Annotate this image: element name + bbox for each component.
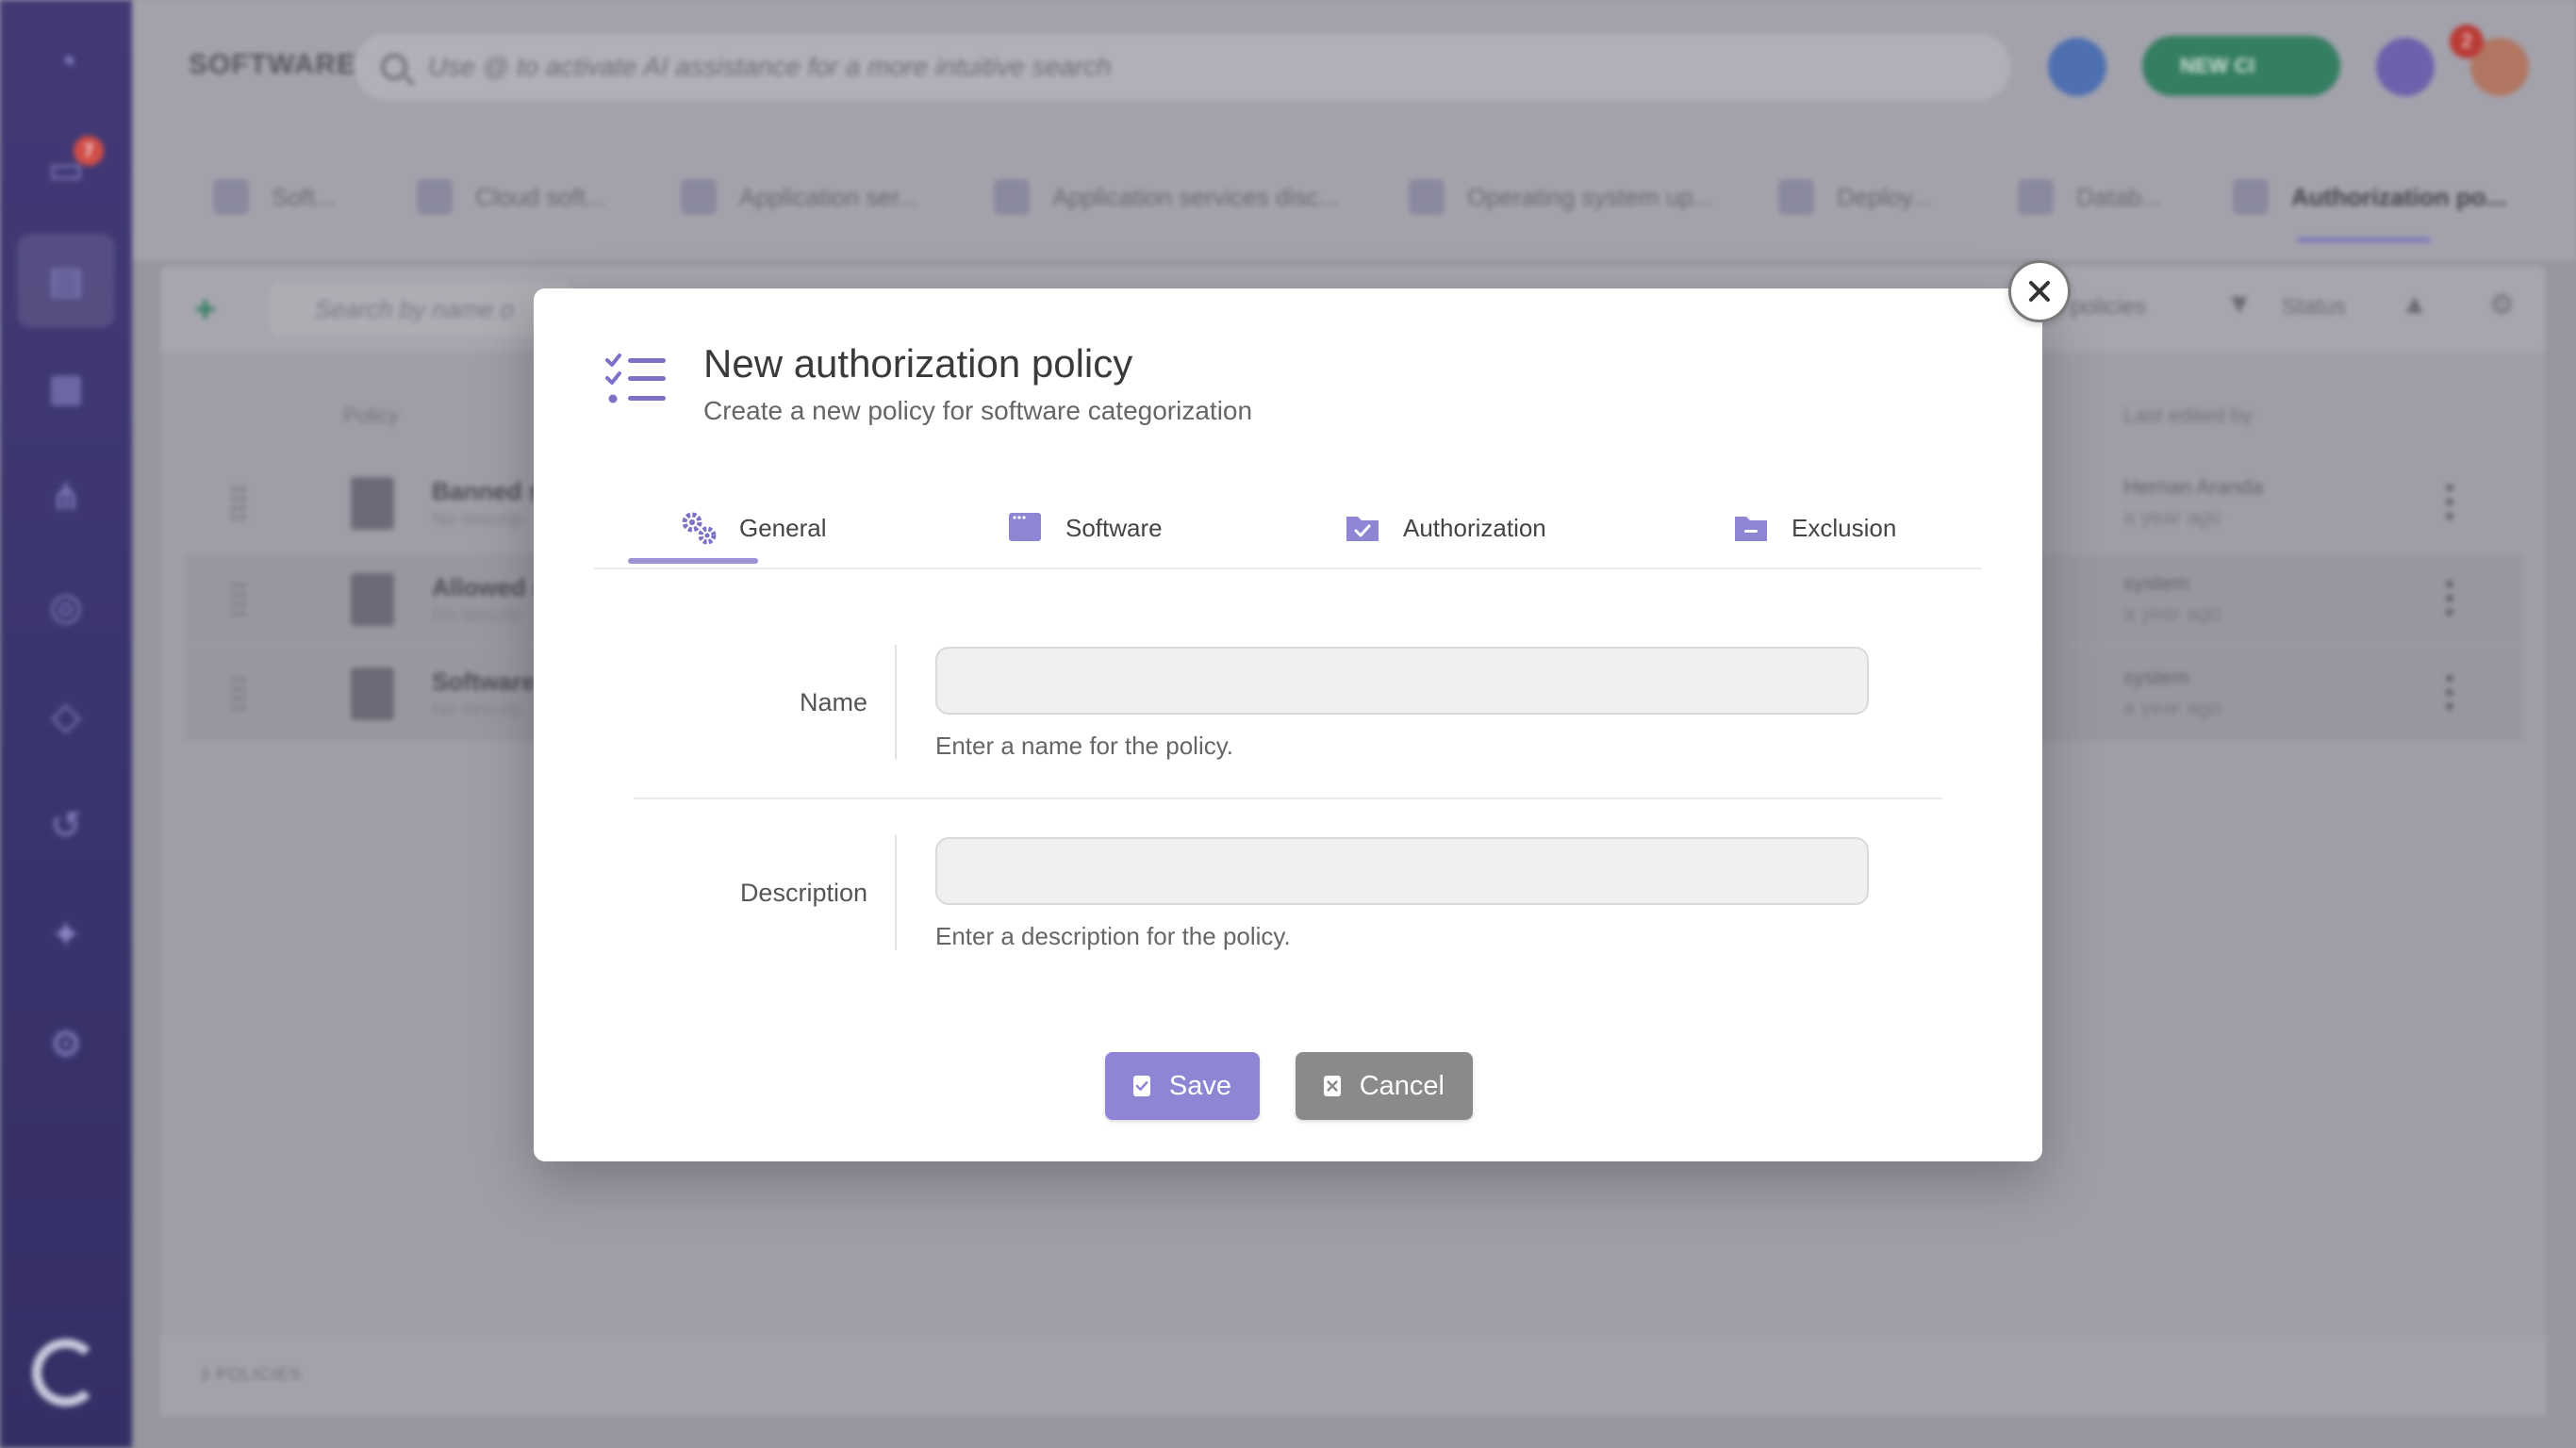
checklist-icon	[605, 354, 666, 403]
field-separator	[634, 798, 1942, 799]
name-help-text: Enter a name for the policy.	[935, 732, 1234, 760]
name-input[interactable]	[935, 647, 1869, 715]
check-icon	[1133, 1076, 1150, 1096]
name-label: Name	[799, 688, 867, 716]
cancel-button[interactable]: Cancel	[1296, 1052, 1473, 1120]
new-policy-dialog: New authorization policy Create a new po…	[534, 288, 2042, 1161]
description-input[interactable]	[935, 837, 1869, 905]
tab-authorization[interactable]: Authorization	[1343, 509, 1546, 547]
close-dialog-button[interactable]	[2008, 260, 2071, 322]
folder-minus-icon	[1735, 517, 1767, 541]
tab-exclusion-label: Exclusion	[1792, 513, 1897, 542]
field-divider	[895, 835, 897, 950]
gears-icon	[682, 512, 717, 545]
field-divider	[895, 645, 897, 760]
cancel-label: Cancel	[1359, 1070, 1445, 1101]
active-tab-indicator	[628, 558, 758, 564]
tab-authorization-label: Authorization	[1403, 513, 1546, 542]
tab-general-label: General	[739, 513, 827, 542]
window-icon	[1009, 513, 1041, 541]
tab-software-label: Software	[1065, 513, 1163, 542]
description-label: Description	[739, 879, 867, 907]
save-label: Save	[1168, 1070, 1231, 1101]
folder-check-icon	[1346, 517, 1379, 541]
tab-general[interactable]: General	[679, 509, 827, 547]
tab-exclusion[interactable]: Exclusion	[1731, 509, 1896, 547]
tab-software[interactable]: Software	[1005, 509, 1163, 547]
dialog-tabs: General Software Authorization Exclusion	[594, 498, 1982, 569]
close-icon	[2029, 281, 2050, 302]
save-button[interactable]: Save	[1105, 1052, 1260, 1120]
dialog-subtitle: Create a new policy for software categor…	[703, 396, 1253, 425]
dialog-title: New authorization policy	[703, 341, 1133, 386]
close-square-icon	[1324, 1076, 1341, 1096]
description-help-text: Enter a description for the policy.	[935, 922, 1291, 950]
